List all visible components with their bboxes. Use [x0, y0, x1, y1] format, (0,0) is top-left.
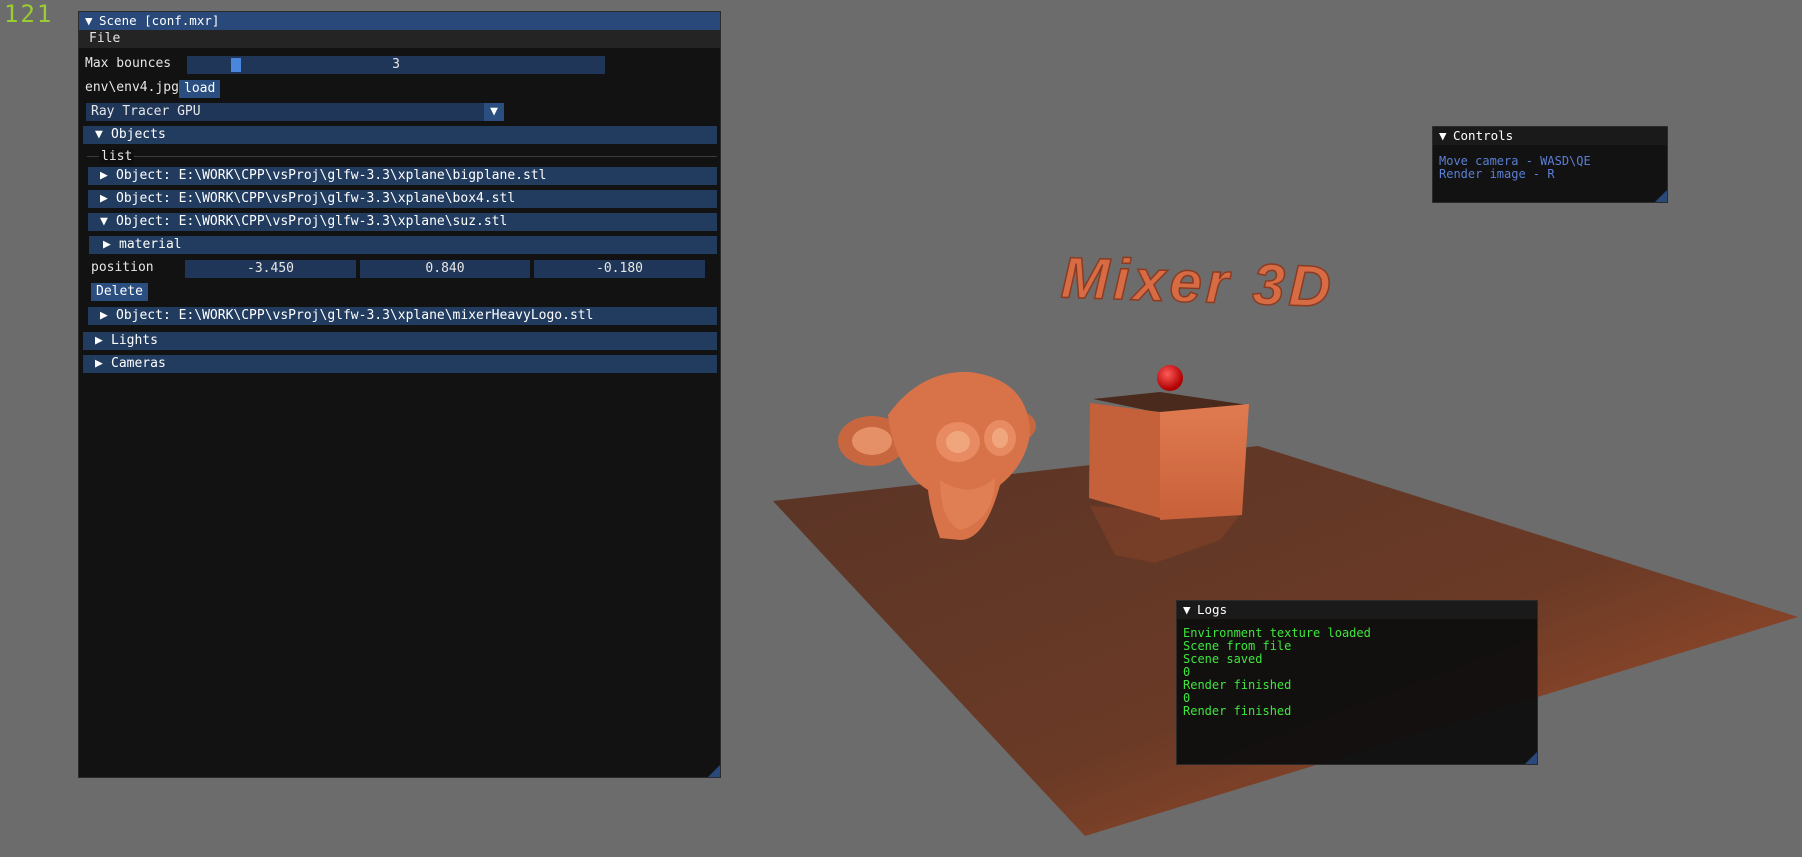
- resize-grip[interactable]: [1525, 752, 1537, 764]
- resize-grip[interactable]: [1655, 190, 1667, 202]
- collapsed-triangle-icon: ▶: [100, 191, 108, 206]
- collapse-triangle-icon[interactable]: ▼: [1183, 601, 1197, 619]
- expanded-triangle-icon: ▼: [100, 214, 108, 229]
- controls-hint-render: Render image - R: [1439, 167, 1555, 181]
- menu-file[interactable]: File: [89, 31, 120, 46]
- fps-counter: 121: [4, 0, 54, 28]
- delete-button[interactable]: Delete: [91, 283, 148, 301]
- max-bounces-label: Max bounces: [85, 56, 172, 71]
- box-object: [1089, 392, 1249, 520]
- renderer-selected: Ray Tracer GPU: [91, 104, 201, 119]
- light-sphere: [1157, 365, 1183, 391]
- objects-header[interactable]: ▼ Objects: [83, 126, 717, 144]
- object-item-suz[interactable]: ▼ Object: E:\WORK\CPP\vsProj\glfw-3.3\xpl…: [88, 213, 717, 231]
- env-texture-label: env\env4.jpg: [85, 80, 179, 95]
- object-item-box4[interactable]: ▶ Object: E:\WORK\CPP\vsProj\glfw-3.3\xpl…: [88, 190, 717, 208]
- object-item-bigplane[interactable]: ▶ Object: E:\WORK\CPP\vsProj\glfw-3.3\xpl…: [88, 167, 717, 185]
- max-bounces-value: 3: [392, 57, 400, 72]
- log-line: Render finished: [1183, 704, 1292, 718]
- object-item-mixer-logo[interactable]: ▶ Object: E:\WORK\CPP\vsProj\glfw-3.3\xpl…: [88, 307, 717, 325]
- chevron-down-icon[interactable]: ▼: [484, 103, 504, 121]
- collapse-triangle-icon[interactable]: ▼: [85, 12, 99, 30]
- list-divider: [87, 156, 717, 157]
- max-bounces-slider[interactable]: 3: [187, 56, 605, 74]
- slider-grab-handle[interactable]: [231, 58, 241, 72]
- scene-window-title: Scene [conf.mxr]: [99, 13, 220, 28]
- log-line: Render finished: [1183, 678, 1292, 692]
- collapsed-triangle-icon: ▶: [100, 168, 108, 183]
- material-header[interactable]: ▶ material: [89, 236, 717, 254]
- menu-bar: File: [79, 30, 720, 48]
- cameras-header[interactable]: ▶ Cameras: [83, 355, 717, 373]
- scene-window-titlebar[interactable]: ▼ Scene [conf.mxr]: [79, 12, 720, 30]
- position-y-field[interactable]: 0.840: [360, 260, 530, 278]
- position-label: position: [91, 260, 154, 275]
- position-z-field[interactable]: -0.180: [534, 260, 705, 278]
- logs-window-title: Logs: [1197, 602, 1228, 617]
- mixer-3d-logo: Mixer 3D: [1060, 245, 1336, 320]
- scene-window[interactable]: ▼ Scene [conf.mxr] File Max bounces 3 env…: [78, 11, 721, 778]
- collapsed-triangle-icon: ▶: [95, 356, 103, 371]
- controls-window[interactable]: ▼ Controls Move camera - WASD\QE Render i…: [1432, 126, 1668, 203]
- collapse-triangle-icon[interactable]: ▼: [1439, 127, 1453, 145]
- list-label: list: [99, 149, 135, 164]
- logs-window[interactable]: ▼ Logs Environment texture loaded Scene f…: [1176, 600, 1538, 765]
- controls-window-titlebar[interactable]: ▼ Controls: [1433, 127, 1667, 145]
- lights-header[interactable]: ▶ Lights: [83, 332, 717, 350]
- collapsed-triangle-icon: ▶: [100, 308, 108, 323]
- renderer-select[interactable]: Ray Tracer GPU ▼: [86, 103, 504, 121]
- controls-window-title: Controls: [1453, 128, 1514, 143]
- load-button[interactable]: load: [179, 80, 221, 98]
- log-line: Scene saved: [1183, 652, 1263, 666]
- logs-window-titlebar[interactable]: ▼ Logs: [1177, 601, 1537, 619]
- collapsed-triangle-icon: ▶: [95, 333, 103, 348]
- position-x-field[interactable]: -3.450: [185, 260, 356, 278]
- expanded-triangle-icon: ▼: [95, 127, 103, 142]
- resize-grip[interactable]: [708, 765, 720, 777]
- collapsed-triangle-icon: ▶: [103, 237, 111, 252]
